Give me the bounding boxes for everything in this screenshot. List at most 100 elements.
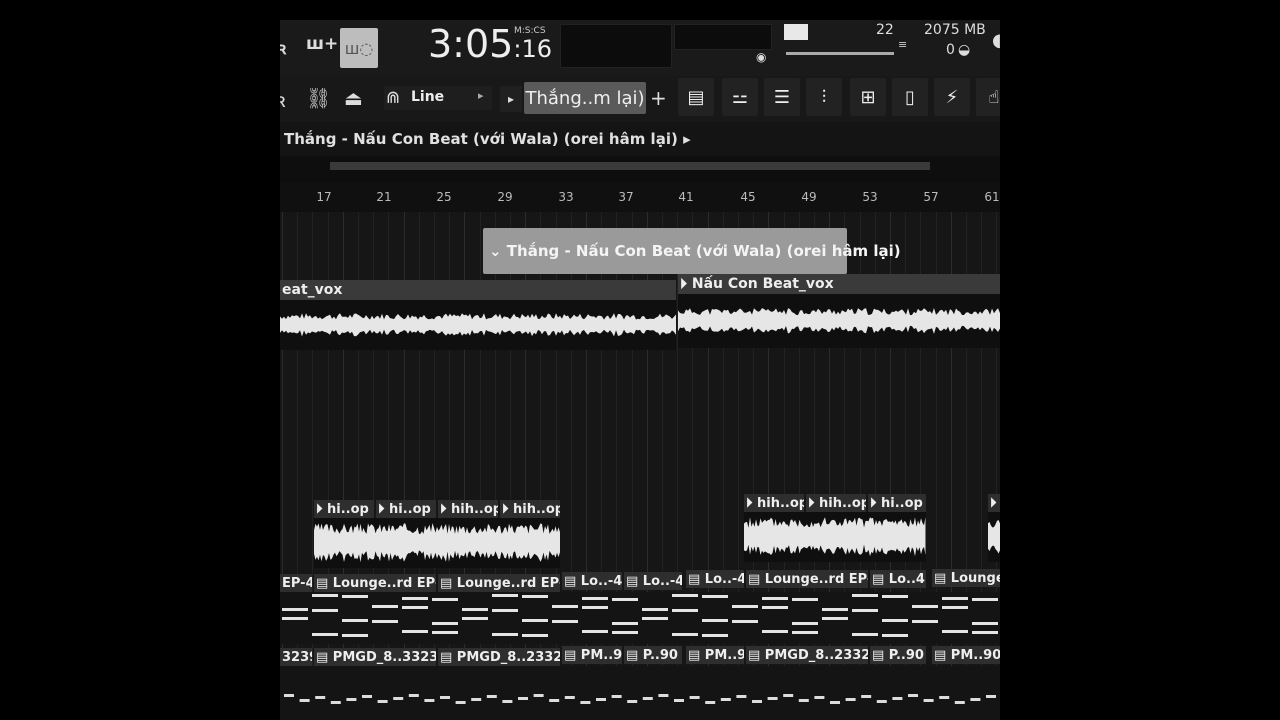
hihat-clip-header[interactable]: ⏵ (988, 494, 1000, 512)
note-dash (362, 695, 372, 698)
channel-rack-icon[interactable]: ☰ (764, 78, 800, 116)
note-block (762, 630, 788, 633)
pmgd-clip-header[interactable]: ▤ PMGD_8..2332390 (746, 646, 868, 664)
ep-clip-header[interactable]: ▤ Lo..4 (870, 570, 926, 588)
note-dash (705, 701, 716, 704)
hihat-clip-header[interactable]: ⏵ hih..op (500, 500, 560, 518)
note-block (882, 595, 908, 598)
output-monitor (674, 24, 772, 50)
pmgd-clip-header[interactable]: ▤ PMGD_8..2332390 (438, 648, 560, 666)
ep-clip-header[interactable]: EP-4 (280, 574, 312, 592)
touch-icon[interactable]: ☝ (976, 78, 1000, 116)
hihat-clip[interactable] (314, 518, 560, 568)
top-toolbar: ꝛ ш+ ш◌ 3:05:16 M:S:CS ◉ 22 ≡ 2075 MB 0 … (280, 20, 1000, 76)
mixer-icon[interactable]: ⫶ (806, 78, 842, 116)
note-block (792, 631, 818, 634)
magnet-icon: ⋒ (386, 88, 401, 108)
time-unit-label: M:S:CS (514, 26, 546, 36)
note-block (642, 617, 668, 620)
note-block (732, 620, 758, 623)
pmgd-clip-header[interactable]: ▤ P..90 (624, 646, 682, 664)
scroll-thumb[interactable] (330, 162, 930, 170)
ep-clip-header[interactable]: ▤ Lounge..rd EP-4 (438, 574, 560, 592)
timeline-ruler[interactable]: 17 21 25 29 33 37 41 45 49 53 57 61 (280, 182, 1000, 212)
ep-clip-header[interactable]: ▤ Lounge..rd EP-4 (314, 574, 436, 592)
pmgd-clip-header[interactable]: ▤ PM..90 (686, 646, 744, 664)
audio-clip-header[interactable]: ⏵ Nấu Con Beat_vox (678, 274, 1000, 294)
record-icon[interactable]: ꝛ (280, 36, 286, 59)
note-dash (689, 696, 700, 699)
step-edit-icon[interactable]: ш+ (306, 34, 338, 54)
hihat-clip-header[interactable]: ⏵ hi..op (868, 494, 926, 512)
note-dash (315, 696, 326, 699)
link-icon[interactable]: ⛓ (306, 86, 331, 110)
pattern-selector[interactable]: Thắng..m lại) (524, 82, 646, 114)
pattern-play-button[interactable]: ▸ (500, 86, 522, 112)
note-block (522, 619, 548, 622)
ep-clip-header[interactable]: ▤ Lounge..rd EP-4 (746, 570, 868, 588)
pmgd-clip-header[interactable]: ▤ P..90 (870, 646, 926, 664)
note-dash (299, 699, 310, 702)
playlist-icon[interactable]: ▤ (678, 78, 714, 116)
note-dash (596, 698, 606, 701)
note-block (372, 620, 398, 623)
audio-clip-header[interactable]: eat_vox (280, 280, 676, 300)
daw-screen: ꝛ ш+ ш◌ 3:05:16 M:S:CS ◉ 22 ≡ 2075 MB 0 … (280, 20, 1000, 720)
note-dash (939, 696, 950, 699)
horizontal-scrollbar[interactable] (280, 156, 1000, 182)
audio-clip[interactable] (280, 300, 676, 350)
note-block (702, 595, 728, 598)
ep-clip-header[interactable]: ▤ Lo..-4 (686, 570, 744, 588)
loop-record-button[interactable]: ш◌ (340, 28, 378, 68)
pmgd-clip-header[interactable]: ▤ PM..90 (562, 646, 622, 664)
hihat-clip-header[interactable]: ⏵ hih..op (744, 494, 804, 512)
hihat-clip[interactable] (744, 512, 926, 562)
audio-waveform (678, 308, 1000, 334)
note-block (882, 634, 908, 637)
stamp-icon[interactable]: ⏏ (344, 86, 363, 110)
piano-roll-icon[interactable]: ⚍ (722, 78, 758, 116)
note-block (822, 617, 848, 620)
bar-number: 49 (801, 190, 817, 204)
pmgd-clip-header[interactable]: ▤ PM..90 (932, 646, 1000, 664)
bar-number: 25 (436, 190, 452, 204)
hihat-clip-header[interactable]: ⏵ hi..op (376, 500, 436, 518)
plugin-icon[interactable]: ⚡ (934, 78, 970, 116)
ep-clip-header[interactable]: ▤ Lounge. (932, 569, 1000, 587)
hihat-clip-header[interactable]: ⏵ hi..op (314, 500, 374, 518)
panic-icon[interactable]: ◒ (958, 42, 970, 58)
note-dash (346, 698, 357, 701)
audio-waveform (280, 313, 676, 337)
ep-clip-header[interactable]: ▤ Lo..-4 (562, 572, 622, 590)
audio-clip[interactable] (678, 294, 1000, 348)
note-dash (798, 699, 809, 702)
note-block (762, 606, 788, 609)
metronome-icon[interactable]: ꝛ (280, 86, 285, 113)
browser-icon[interactable]: ⊞ (850, 78, 886, 116)
title-arrow-icon[interactable]: ▸ (683, 130, 691, 148)
pmgd-clip-header[interactable]: ▤ PMGD_8..332390 (314, 648, 436, 666)
note-block (522, 634, 548, 637)
memory-icon: ≡ (898, 38, 908, 51)
pmgd-notes-area[interactable] (280, 666, 1000, 720)
pattern-clip[interactable]: ⌄ Thắng - Nấu Con Beat (với Wala) (orei … (483, 228, 901, 274)
note-block (672, 609, 698, 612)
hihat-clip-header[interactable]: ⏵ hih..op (438, 500, 498, 518)
online-icon[interactable]: ◐ (992, 30, 1000, 51)
hihat-waveform (988, 520, 1000, 554)
note-dash (861, 695, 872, 698)
note-dash (642, 697, 653, 700)
hihat-clip-header[interactable]: ⏵ hih..op (806, 494, 866, 512)
pmgd-clip-header[interactable]: 32390 (280, 648, 312, 666)
hihat-clip[interactable] (988, 512, 1000, 562)
project-icon[interactable]: ▯ (892, 78, 928, 116)
note-dash (627, 700, 638, 703)
ep-notes-area[interactable] (280, 592, 1000, 644)
note-dash (658, 694, 669, 697)
ep-clip-header[interactable]: ▤ Lo..-4 (624, 572, 682, 590)
note-dash (424, 699, 435, 702)
note-dash (611, 695, 622, 698)
bar-number: 17 (316, 190, 332, 204)
add-pattern-button[interactable]: + (650, 86, 667, 110)
pmgd-note-pattern (284, 694, 996, 704)
